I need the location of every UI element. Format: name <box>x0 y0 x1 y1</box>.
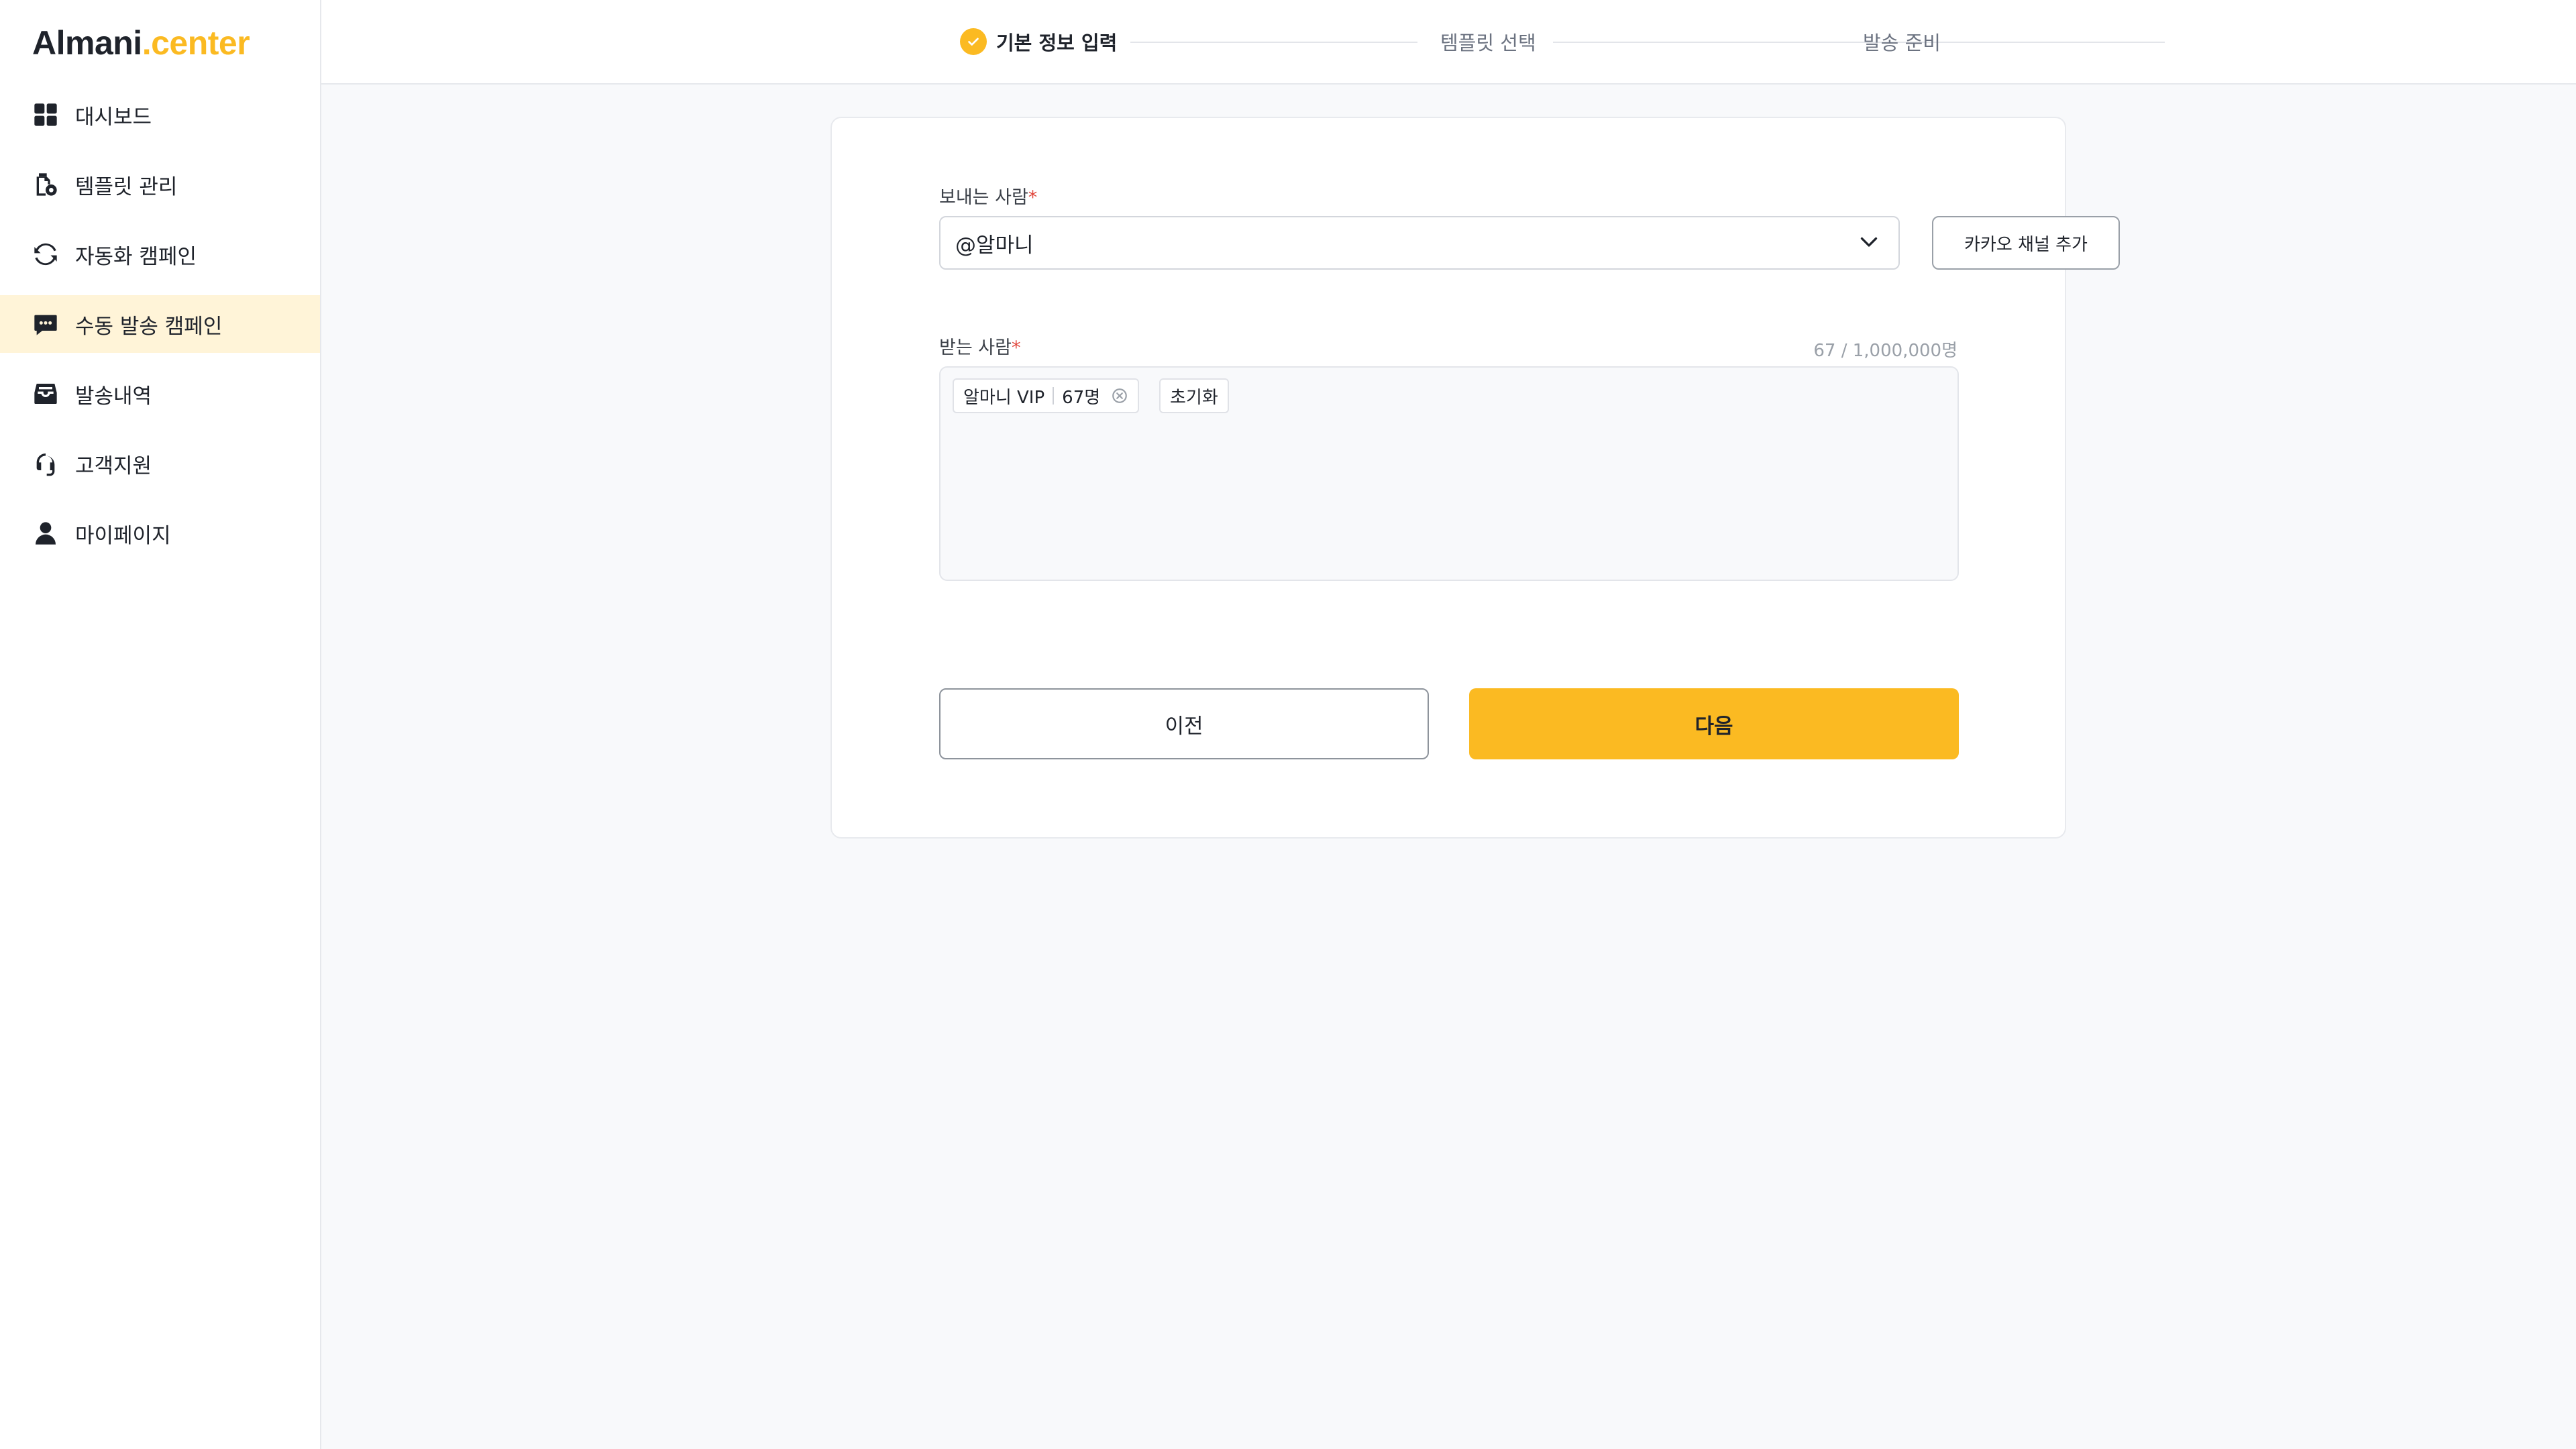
stepper-header: 기본 정보 입력 템플릿 선택 발송 준비 <box>321 0 2576 85</box>
dashboard-icon <box>32 101 59 128</box>
sidebar-item-label: 대시보드 <box>75 105 152 129</box>
step-connector <box>1130 42 1417 43</box>
campaign-form-card: 보내는 사람* @알마니 카카오 채널 추가 받는 사람* 67 / 1,000… <box>830 117 2120 839</box>
sidebar-item-label: 템플릿 관리 <box>75 174 178 199</box>
chip-group-count: 67명 <box>1062 387 1101 408</box>
recipients-label-text: 받는 사람 <box>939 337 1012 358</box>
sender-label: 보내는 사람* <box>939 182 1037 209</box>
sidebar-item-label: 자동화 캠페인 <box>75 244 197 269</box>
recipients-box[interactable]: 알마니 VIP 67명 초기화 <box>939 366 1959 581</box>
recipients-label: 받는 사람* <box>939 333 1020 359</box>
chevron-down-icon <box>1857 229 1881 256</box>
sidebar-item-label: 발송내역 <box>75 384 152 409</box>
sync-icon <box>32 241 59 268</box>
sidebar-item-label: 마이페이지 <box>75 523 171 548</box>
brand-name-accent: .center <box>142 24 250 62</box>
add-kakao-channel-button[interactable]: 카카오 채널 추가 <box>1932 216 2120 270</box>
sender-label-text: 보내는 사람 <box>939 187 1028 208</box>
sidebar-item-history[interactable]: 발송내역 <box>0 365 320 423</box>
sidebar-item-dashboard[interactable]: 대시보드 <box>0 86 320 144</box>
prev-button[interactable]: 이전 <box>939 688 1429 759</box>
sidebar-item-label: 고객지원 <box>75 453 152 478</box>
check-circle-icon <box>960 28 987 55</box>
chip-group-name: 알마니 VIP <box>963 387 1045 408</box>
remove-circle-icon[interactable] <box>1111 387 1128 405</box>
recipient-group-chip: 알마니 VIP 67명 <box>953 378 1140 413</box>
recipient-count: 67 / 1,000,000명 <box>1813 341 1957 361</box>
step-basic-info: 기본 정보 입력 <box>960 28 1117 55</box>
step-connector <box>1553 42 2165 43</box>
step-label: 기본 정보 입력 <box>996 32 1118 54</box>
required-mark: * <box>1028 187 1038 208</box>
reset-button[interactable]: 초기화 <box>1159 378 1229 413</box>
sidebar-item-label: 수동 발송 캠페인 <box>75 314 223 339</box>
sidebar-item-automation[interactable]: 자동화 캠페인 <box>0 225 320 283</box>
user-icon <box>32 520 59 547</box>
step-label: 발송 준비 <box>1863 32 1941 54</box>
sidebar-item-support[interactable]: 고객지원 <box>0 435 320 492</box>
sidebar: Almani.center 대시보드 템플릿 관리 자동화 캠페인 수동 발송 … <box>0 0 321 1449</box>
headset-icon <box>32 450 59 477</box>
sender-select-value: @알마니 <box>955 233 1034 258</box>
chip-separator <box>1053 387 1055 405</box>
step-template-select: 템플릿 선택 <box>1440 28 1536 55</box>
template-settings-icon <box>32 171 59 198</box>
inbox-icon <box>32 380 59 407</box>
sidebar-item-mypage[interactable]: 마이페이지 <box>0 504 320 562</box>
chat-message-icon <box>32 311 59 337</box>
brand-name: Almani <box>32 24 142 62</box>
brand-logo[interactable]: Almani.center <box>32 23 250 63</box>
sidebar-item-manual-campaign[interactable]: 수동 발송 캠페인 <box>0 295 320 353</box>
next-button[interactable]: 다음 <box>1469 688 1959 759</box>
required-mark: * <box>1011 337 1021 358</box>
sender-select[interactable]: @알마니 <box>939 216 1900 270</box>
sidebar-item-templates[interactable]: 템플릿 관리 <box>0 156 320 213</box>
step-send-ready: 발송 준비 <box>1863 28 1941 55</box>
step-label: 템플릿 선택 <box>1440 32 1536 54</box>
